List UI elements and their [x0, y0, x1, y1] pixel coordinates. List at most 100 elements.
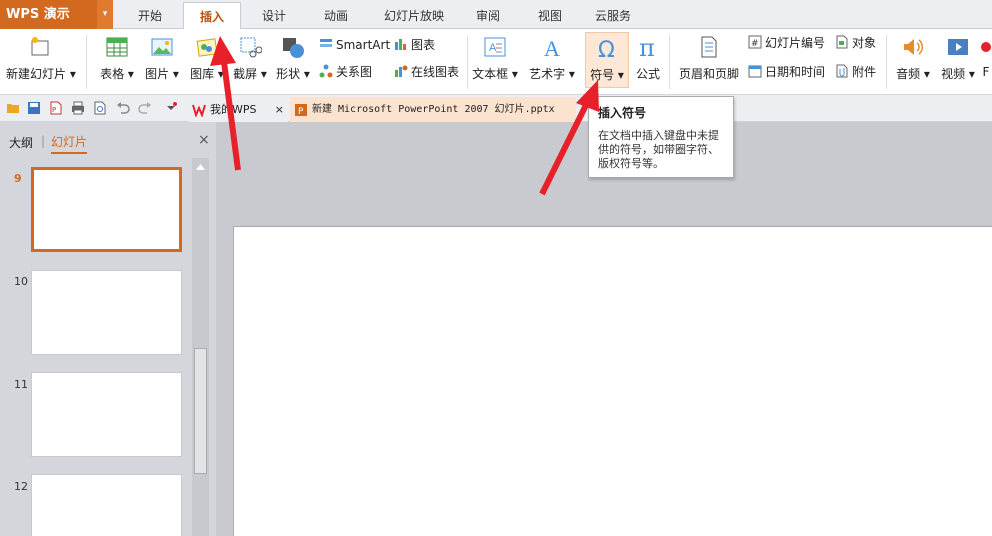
tab-outline[interactable]: 大纲: [9, 134, 33, 151]
customize-toolbar-icon[interactable]: [164, 101, 178, 115]
relation-diagram-button[interactable]: 关系图: [319, 62, 372, 82]
attachment-label: 附件: [852, 65, 877, 79]
flash-button[interactable]: F: [980, 35, 992, 79]
open-folder-icon[interactable]: [6, 101, 20, 115]
slide-number-label: 幻灯片编号: [765, 36, 826, 50]
chart-label: 图表: [411, 38, 436, 52]
textbox-label: 文本框 ▾: [472, 67, 518, 81]
tab-my-wps[interactable]: 我的WPS ×: [188, 97, 288, 122]
tab-home[interactable]: 开始: [124, 0, 176, 29]
video-label: 视频 ▾: [941, 67, 975, 81]
object-label: 对象: [852, 36, 877, 50]
ribbon-divider: [86, 35, 87, 89]
tooltip-description: 在文档中插入键盘中未提供的符号，如带圈字符、版权符号等。: [598, 129, 719, 170]
picture-button[interactable]: 图片 ▾: [140, 35, 184, 82]
tab-insert[interactable]: 插入: [183, 2, 241, 32]
print-preview-icon[interactable]: [93, 101, 107, 115]
wps-app-menu-button[interactable]: WPS 演示 ▾: [0, 0, 113, 29]
slide-number-button[interactable]: # 幻灯片编号: [748, 33, 825, 53]
slide-panel: 大纲 | 幻灯片 × 9 10 11 12: [0, 122, 216, 536]
tab-animation[interactable]: 动画: [308, 0, 364, 29]
new-slide-icon: [31, 37, 49, 56]
gallery-button[interactable]: 图库 ▾: [185, 35, 229, 82]
tab-view[interactable]: 视图: [524, 0, 576, 29]
shape-label: 形状 ▾: [276, 67, 310, 81]
document-title: 新建 Microsoft PowerPoint 2007 幻灯片.pptx: [312, 104, 555, 115]
slide-number: 11: [14, 378, 28, 391]
smartart-button[interactable]: SmartArt: [319, 35, 390, 55]
svg-text:#: #: [751, 39, 759, 49]
screenshot-label: 截屏 ▾: [233, 67, 267, 81]
flash-icon: [981, 42, 991, 52]
film-icon: [948, 39, 968, 55]
textbox-button[interactable]: A 文本框 ▾: [470, 35, 520, 82]
undo-icon[interactable]: [116, 101, 130, 115]
online-chart-button[interactable]: 在线图表: [394, 62, 459, 82]
ribbon-divider: [669, 35, 670, 89]
audio-label: 音频 ▾: [896, 67, 930, 81]
flash-label: F: [982, 65, 990, 79]
wps-logo-icon: [192, 104, 206, 117]
picture-icon: [151, 38, 173, 56]
attachment-icon: [836, 64, 848, 78]
symbol-tooltip: 插入符号 在文档中插入键盘中未提供的符号，如带圈字符、版权符号等。: [588, 96, 734, 178]
ribbon-divider: [886, 35, 887, 89]
object-button[interactable]: 对象: [835, 33, 876, 53]
svg-text:P: P: [298, 107, 304, 117]
slide-thumbnail-11[interactable]: [31, 372, 182, 457]
chart-button[interactable]: 图表: [394, 35, 435, 55]
quick-access-bar: P 我的WPS × P 新建 Microsoft PowerPoint 2007…: [0, 95, 992, 122]
screenshot-button[interactable]: 截屏 ▾: [229, 35, 271, 82]
close-panel-icon[interactable]: ×: [198, 132, 210, 148]
tooltip-title: 插入符号: [598, 106, 647, 120]
header-footer-button[interactable]: 页眉和页脚: [676, 35, 742, 82]
app-menu-chevron-icon[interactable]: ▾: [97, 0, 113, 29]
scrollbar-thumb[interactable]: [194, 348, 207, 474]
tab-cloud[interactable]: 云服务: [585, 0, 641, 29]
attachment-button[interactable]: 附件: [835, 62, 876, 82]
tab-slideshow[interactable]: 幻灯片放映: [372, 0, 456, 29]
export-pdf-icon[interactable]: P: [49, 101, 63, 115]
chart-icon: [395, 39, 406, 50]
panel-scrollbar[interactable]: [192, 158, 209, 536]
svg-text:P: P: [52, 106, 56, 114]
tab-review[interactable]: 审阅: [462, 0, 514, 29]
menu-tab-bar: WPS 演示 ▾ 开始 插入 设计 动画 幻灯片放映 审阅 视图 云服务: [0, 0, 992, 32]
video-button[interactable]: 视频 ▾: [937, 35, 979, 82]
wordart-button[interactable]: A 艺术字 ▾: [524, 35, 580, 82]
shape-button[interactable]: 形状 ▾: [273, 35, 313, 82]
tab-design[interactable]: 设计: [248, 0, 300, 29]
picture-label: 图片 ▾: [145, 67, 179, 81]
tab-document[interactable]: P 新建 Microsoft PowerPoint 2007 幻灯片.pptx: [290, 97, 576, 122]
tab-slides[interactable]: 幻灯片: [51, 133, 88, 154]
scroll-up-icon[interactable]: [196, 164, 205, 170]
smartart-label: SmartArt: [336, 38, 391, 52]
wordart-icon: A: [544, 36, 560, 59]
object-icon: [836, 35, 848, 49]
slide-canvas[interactable]: [233, 226, 992, 536]
save-icon[interactable]: [27, 101, 41, 115]
symbol-button[interactable]: Ω 符号 ▾: [585, 32, 629, 88]
svg-text:A: A: [489, 42, 497, 54]
app-name: WPS 演示: [6, 7, 70, 22]
smartart-icon: [320, 39, 332, 47]
symbol-label: 符号 ▾: [590, 68, 624, 82]
slide-thumbnail-10[interactable]: [31, 270, 182, 355]
svg-text:A: A: [544, 36, 560, 59]
datetime-button[interactable]: 日期和时间: [748, 62, 825, 82]
close-tab-icon[interactable]: ×: [275, 97, 284, 122]
slide-number-icon: #: [748, 35, 762, 49]
table-button[interactable]: 表格 ▾: [96, 35, 138, 82]
formula-label: 公式: [635, 67, 660, 81]
panel-tab-divider: |: [41, 134, 46, 148]
new-slide-button[interactable]: 新建幻灯片 ▾: [6, 35, 76, 82]
slide-thumbnail-12[interactable]: [31, 474, 182, 536]
formula-button[interactable]: π 公式: [631, 35, 665, 82]
print-icon[interactable]: [71, 101, 85, 115]
svg-text:Ω: Ω: [598, 38, 615, 60]
audio-button[interactable]: 音频 ▾: [892, 35, 934, 82]
omega-icon: Ω: [598, 38, 615, 60]
speaker-icon: [904, 39, 924, 55]
redo-icon[interactable]: [138, 101, 152, 115]
slide-thumbnail-9[interactable]: [31, 167, 182, 252]
